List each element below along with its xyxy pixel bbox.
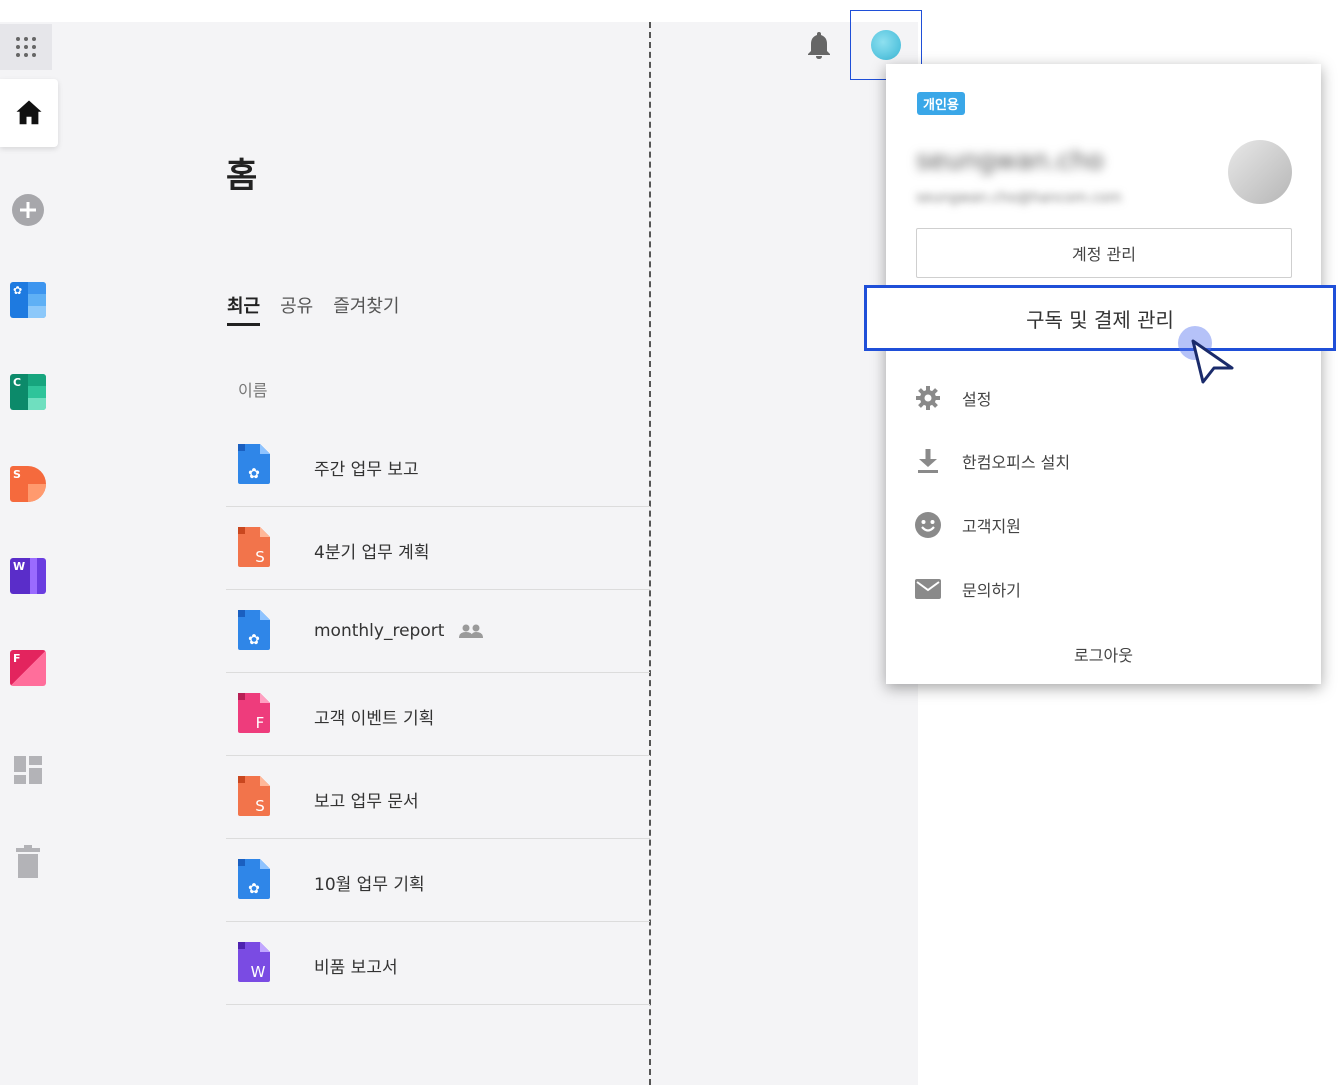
file-row[interactable]: S 4분기 업무 계획 bbox=[226, 507, 650, 590]
home-icon bbox=[16, 100, 42, 125]
app-letter: C bbox=[13, 376, 22, 389]
menu-item-label: 한컴오피스 설치 bbox=[962, 453, 1071, 472]
hancell-app-icon: ✿ bbox=[10, 282, 46, 318]
app-letter: F bbox=[13, 652, 21, 665]
file-name: 비품 보고서 bbox=[314, 958, 398, 978]
menu-item-support[interactable]: 고객지원 bbox=[914, 511, 1021, 539]
file-letter: ✿ bbox=[248, 881, 260, 897]
file-row[interactable]: ✿ monthly_report bbox=[226, 590, 650, 673]
doc-file-icon: ✿ bbox=[238, 610, 270, 650]
file-name-wrap: monthly_report bbox=[314, 621, 484, 641]
download-icon bbox=[914, 447, 942, 475]
subscription-billing-button[interactable]: 구독 및 결제 관리 bbox=[864, 285, 1336, 351]
word-file-icon: W bbox=[238, 942, 270, 982]
file-letter: ✿ bbox=[248, 466, 260, 482]
word-app-icon: W bbox=[10, 558, 46, 594]
sidebar-item-hancell[interactable]: ✿ bbox=[0, 278, 56, 322]
apps-grid-button[interactable] bbox=[0, 24, 52, 70]
menu-item-install[interactable]: 한컴오피스 설치 bbox=[914, 447, 1070, 475]
app-letter: S bbox=[13, 468, 21, 481]
file-name: 4분기 업무 계획 bbox=[314, 543, 430, 563]
menu-item-contact[interactable]: 문의하기 bbox=[914, 575, 1021, 603]
trash-icon bbox=[16, 845, 40, 878]
file-name: 보고 업무 문서 bbox=[314, 792, 419, 812]
form-app-icon: F bbox=[10, 650, 46, 686]
app-letter: ✿ bbox=[13, 284, 23, 297]
file-name: 고객 이벤트 기획 bbox=[314, 709, 435, 729]
smiley-icon bbox=[914, 511, 942, 539]
file-name: 10월 업무 기획 bbox=[314, 875, 425, 895]
sidebar-item-calc[interactable]: C bbox=[0, 370, 56, 414]
menu-item-label: 고객지원 bbox=[962, 517, 1021, 536]
file-letter: W bbox=[251, 963, 266, 981]
tab-recent[interactable]: 최근 bbox=[227, 292, 261, 326]
file-row[interactable]: ✿ 10월 업무 기획 bbox=[226, 839, 650, 922]
doc-file-icon: ✿ bbox=[238, 444, 270, 484]
show-app-icon: S bbox=[10, 466, 46, 502]
sidebar-item-form[interactable]: F bbox=[0, 646, 56, 690]
file-row[interactable]: W 비품 보고서 bbox=[226, 922, 650, 1005]
show-file-icon: S bbox=[238, 776, 270, 816]
mouse-cursor-icon bbox=[1191, 339, 1234, 384]
column-header-name[interactable]: 이름 bbox=[238, 377, 267, 401]
calc-app-icon: C bbox=[10, 374, 46, 410]
file-name: 주간 업무 보고 bbox=[314, 460, 419, 480]
sidebar-item-add[interactable] bbox=[0, 190, 56, 230]
file-list: ✿ 주간 업무 보고 S 4분기 업무 계획 ✿ monthly_report bbox=[226, 424, 650, 1005]
tab-bar: 최근 공유 즐겨찾기 bbox=[227, 292, 400, 326]
sidebar: ✿ C S W F bbox=[0, 22, 58, 1085]
sidebar-item-dashboard[interactable] bbox=[0, 748, 56, 792]
show-file-icon: S bbox=[238, 527, 270, 567]
tab-favorites[interactable]: 즐겨찾기 bbox=[333, 292, 399, 326]
file-letter: ✿ bbox=[248, 632, 260, 648]
mail-icon bbox=[914, 575, 942, 603]
form-file-icon: F bbox=[238, 693, 270, 733]
avatar bbox=[871, 30, 901, 60]
apps-grid-icon bbox=[16, 37, 36, 57]
file-row[interactable]: ✿ 주간 업무 보고 bbox=[226, 424, 650, 507]
tab-shared[interactable]: 공유 bbox=[280, 292, 313, 326]
sidebar-item-word[interactable]: W bbox=[0, 554, 56, 598]
account-dropdown-menu: 개인용 seungwan.cho seungwan.cho@hancom.com… bbox=[886, 64, 1321, 684]
add-icon bbox=[12, 194, 44, 226]
shared-users-icon bbox=[458, 624, 483, 638]
sidebar-item-trash[interactable] bbox=[0, 840, 56, 884]
doc-file-icon: ✿ bbox=[238, 859, 270, 899]
menu-item-settings[interactable]: 설정 bbox=[914, 384, 991, 412]
account-email: seungwan.cho@hancom.com bbox=[916, 190, 1122, 206]
file-letter: S bbox=[255, 797, 265, 815]
plan-badge: 개인용 bbox=[917, 92, 965, 115]
file-row[interactable]: F 고객 이벤트 기획 bbox=[226, 673, 650, 756]
sidebar-item-show[interactable]: S bbox=[0, 462, 56, 506]
file-letter: S bbox=[255, 548, 265, 566]
dashboard-icon bbox=[14, 756, 42, 784]
file-letter: F bbox=[256, 714, 265, 732]
menu-item-label: 설정 bbox=[962, 390, 992, 409]
app-letter: W bbox=[13, 560, 26, 573]
file-name: monthly_report bbox=[314, 621, 445, 641]
manage-account-button[interactable]: 계정 관리 bbox=[916, 228, 1292, 278]
account-username: seungwan.cho bbox=[916, 146, 1104, 176]
page-title: 홈 bbox=[226, 156, 258, 196]
file-row[interactable]: S 보고 업무 문서 bbox=[226, 756, 650, 839]
sidebar-item-home[interactable] bbox=[0, 79, 58, 147]
gear-icon bbox=[914, 384, 942, 412]
profile-picture bbox=[1228, 140, 1292, 204]
bell-icon bbox=[808, 32, 830, 59]
notifications-button[interactable] bbox=[805, 30, 833, 64]
logout-button[interactable]: 로그아웃 bbox=[886, 642, 1321, 666]
menu-item-label: 문의하기 bbox=[962, 581, 1021, 600]
